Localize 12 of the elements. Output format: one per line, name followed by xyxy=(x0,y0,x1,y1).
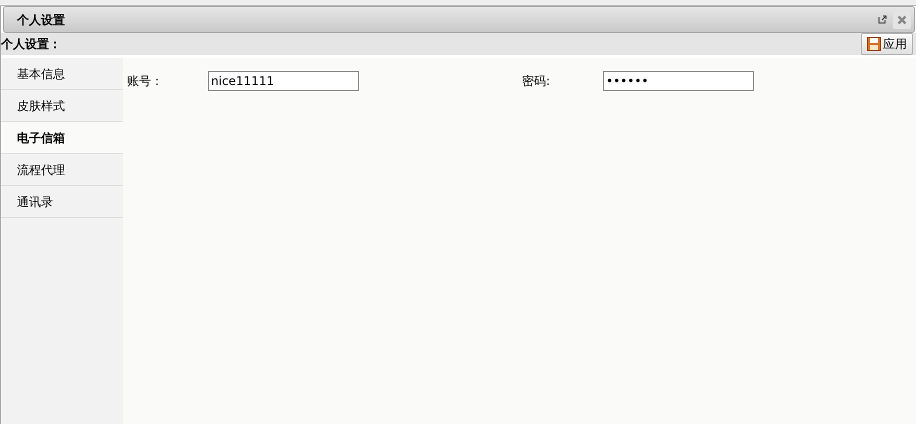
input-field[interactable]: nice11111 xyxy=(208,71,359,91)
save-icon xyxy=(867,37,881,51)
close-icon xyxy=(897,14,907,24)
toolbar-title: 个人设置： xyxy=(1,36,62,53)
popout-icon[interactable] xyxy=(878,15,887,24)
field-label: 密码: xyxy=(522,73,552,90)
field-label: 账号： xyxy=(127,73,164,90)
input-field[interactable]: •••••• xyxy=(603,71,754,91)
apply-button[interactable]: 应用 xyxy=(861,33,913,55)
window-title: 个人设置 xyxy=(17,12,66,28)
close-button[interactable] xyxy=(893,10,911,28)
sidebar-item[interactable]: 电子信箱 xyxy=(1,122,123,154)
